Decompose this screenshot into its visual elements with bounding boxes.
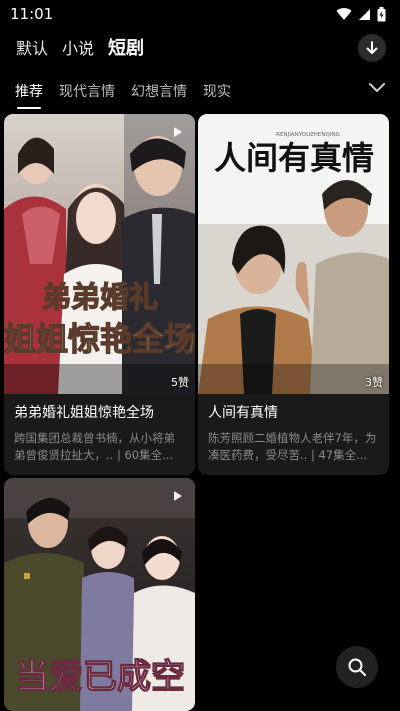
- drama-cover[interactable]: 当爱已成空: [4, 478, 195, 711]
- drama-description: 陈芳照顾二婚植物人老伴7年，为凑医药费，受尽苦.. | 47集全...: [208, 431, 377, 462]
- wifi-icon: [336, 7, 352, 20]
- play-icon: [174, 491, 182, 501]
- drama-card[interactable]: 弟弟婚礼 姐姐惊艳全场 5赞 弟弟婚礼姐姐惊艳全场 跨国集团总裁曾书楠，从小将弟…: [4, 114, 195, 475]
- drama-card[interactable]: 人间有真情 RENJIANYOUZHENQING 3赞 人间有真情 陈芳照顾二婚…: [198, 114, 389, 475]
- poster-title-line1: 弟弟婚礼: [42, 280, 158, 314]
- download-button[interactable]: [358, 34, 386, 62]
- poster-subtitle: RENJIANYOUZHENQING: [276, 132, 340, 138]
- drama-title[interactable]: 人间有真情: [198, 394, 389, 422]
- status-icons: [336, 6, 386, 22]
- drama-cover[interactable]: 弟弟婚礼 姐姐惊艳全场 5赞: [4, 114, 195, 394]
- top-nav-item-novel[interactable]: 小说: [62, 35, 94, 59]
- drama-card[interactable]: 当爱已成空: [4, 478, 195, 711]
- like-count: 3赞: [365, 376, 383, 389]
- cover-image: 当爱已成空: [4, 478, 195, 711]
- drama-title[interactable]: 弟弟婚礼姐姐惊艳全场: [4, 394, 195, 422]
- download-icon: [366, 41, 378, 54]
- status-bar: 11:01: [0, 0, 400, 28]
- poster-title: 人间有真情: [214, 139, 374, 177]
- search-button[interactable]: [336, 646, 378, 688]
- tab-reality[interactable]: 现实: [203, 81, 231, 101]
- chevron-down-icon[interactable]: [368, 82, 386, 94]
- like-count: 5赞: [171, 376, 189, 389]
- top-nav: 默认 小说 短剧: [0, 30, 400, 64]
- battery-icon: [377, 6, 386, 21]
- cover-image: 人间有真情 RENJIANYOUZHENQING: [198, 114, 389, 394]
- play-icon: [174, 127, 182, 137]
- top-nav-item-default[interactable]: 默认: [16, 35, 48, 59]
- category-tabs: 推荐 现代言情 幻想言情 现实: [0, 78, 400, 109]
- drama-description: 跨国集团总裁曾书楠，从小将弟弟曾俊贤拉扯大，.. | 60集全...: [14, 431, 175, 462]
- tab-fantasy-romance[interactable]: 幻想言情: [131, 81, 187, 101]
- search-icon: [348, 658, 366, 676]
- status-time: 11:01: [10, 5, 54, 23]
- cover-image: 弟弟婚礼 姐姐惊艳全场: [4, 114, 195, 394]
- tab-recommended[interactable]: 推荐: [15, 81, 43, 109]
- top-nav-item-short-drama[interactable]: 短剧: [108, 34, 144, 60]
- signal-icon: [359, 8, 370, 20]
- poster-title-line2: 姐姐惊艳全场: [4, 320, 195, 358]
- drama-cover[interactable]: 人间有真情 RENJIANYOUZHENQING 3赞: [198, 114, 389, 394]
- tab-modern-romance[interactable]: 现代言情: [59, 81, 115, 101]
- poster-title: 当爱已成空: [15, 657, 185, 697]
